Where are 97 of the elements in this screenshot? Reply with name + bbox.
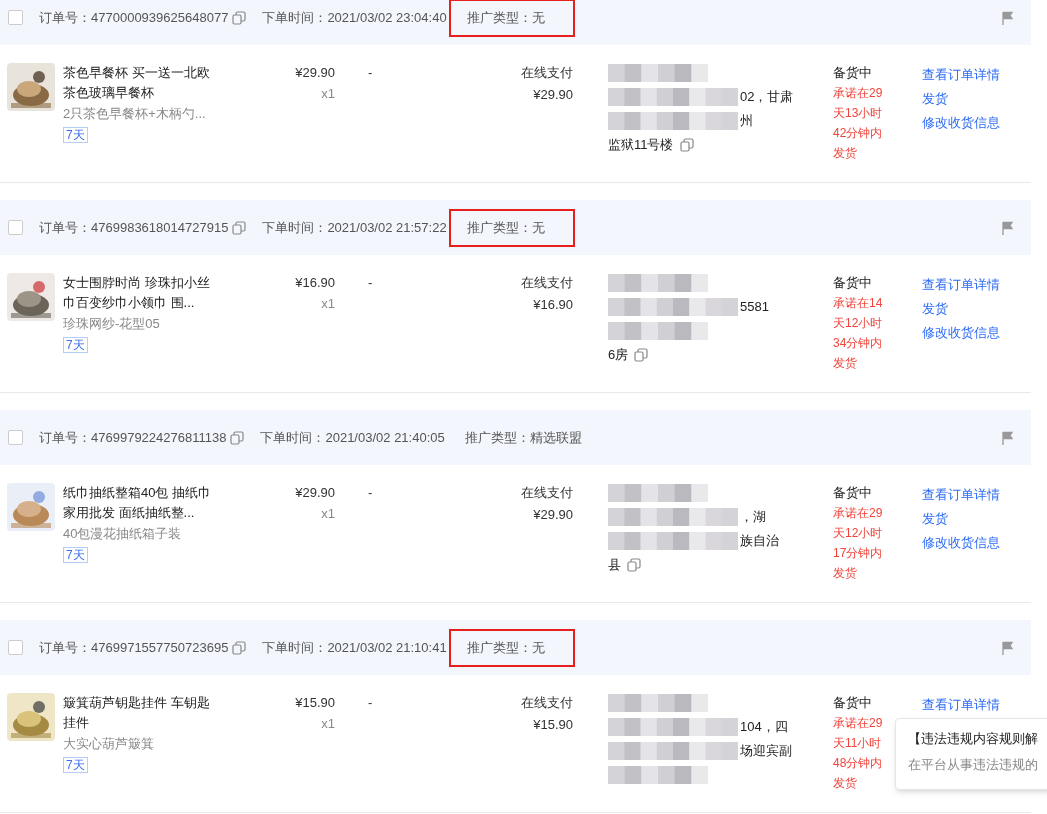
action-link[interactable]: 查看订单详情: [922, 483, 1000, 507]
promotion-type: 推广类型：精选联盟: [463, 428, 583, 447]
flag-icon[interactable]: [1001, 10, 1015, 25]
copy-icon[interactable]: [634, 348, 649, 362]
order-time: 下单时间：2021/03/02 21:10:41: [262, 638, 447, 657]
unit-price: ¥16.90: [295, 274, 335, 292]
flag-icon[interactable]: [1001, 640, 1015, 655]
action-link[interactable]: 修改收货信息: [922, 531, 1000, 555]
product-title[interactable]: 纸巾抽纸整箱40包 抽纸巾家用批发 面纸抽纸整...: [63, 483, 213, 523]
promotion-type: 推广类型：无: [448, 628, 575, 667]
order-time: 下单时间：2021/03/02 21:40:05: [260, 428, 445, 447]
payment-amount: ¥15.90: [533, 716, 573, 734]
action-link[interactable]: 查看订单详情: [922, 273, 1000, 297]
order-number: 订单号：4769979224276811138: [39, 428, 227, 447]
action-link[interactable]: 发货: [922, 87, 1000, 111]
copy-icon[interactable]: [232, 220, 247, 235]
order-status: 备货中: [833, 274, 873, 292]
shipping-deadline: 承诺在29: [833, 85, 883, 102]
copy-icon[interactable]: [230, 430, 245, 445]
shipping-deadline: 承诺在29: [833, 715, 883, 732]
address-text: 族自治: [740, 532, 779, 551]
quantity: x1: [321, 85, 335, 103]
order-status: 备货中: [833, 694, 873, 712]
address-text: 监狱11号楼: [608, 136, 674, 155]
product-variant: 2只茶色早餐杯+木柄勺...: [63, 105, 207, 123]
address-text: 6房: [608, 346, 629, 365]
product-variant: 40包漫花抽纸箱子装: [63, 525, 183, 543]
order-status: 备货中: [833, 484, 873, 502]
shipping-deadline: 承诺在14: [833, 295, 883, 312]
quantity: x1: [321, 295, 335, 313]
shipping-deadline: 天13小时: [833, 105, 883, 122]
checkbox[interactable]: [8, 220, 23, 235]
action-link[interactable]: 修改收货信息: [922, 111, 1000, 135]
shipping-deadline: 42分钟内: [833, 125, 883, 142]
address-text: 5581: [740, 298, 769, 317]
return-policy-tag: 7天: [63, 547, 88, 563]
order-status: 备货中: [833, 64, 873, 82]
flag-icon[interactable]: [1001, 220, 1015, 235]
product-title[interactable]: 女士围脖时尚 珍珠扣小丝巾百变纱巾小领巾 围...: [63, 273, 213, 313]
shipping-deadline: 17分钟内: [833, 545, 883, 562]
shipping-deadline: 天11小时: [833, 735, 882, 752]
checkbox[interactable]: [8, 430, 23, 445]
address-text: 场迎宾副: [740, 742, 792, 761]
address-text: 县: [608, 556, 621, 575]
payment-amount: ¥29.90: [533, 86, 573, 104]
action-link[interactable]: 发货: [922, 297, 1000, 321]
popup-title: 【违法违规内容规则解: [908, 730, 1039, 748]
product-title[interactable]: 簸箕葫芦钥匙挂件 车钥匙挂件: [63, 693, 213, 733]
order-number: 订单号：4769971557750723695: [39, 638, 229, 657]
unit-price: ¥29.90: [295, 484, 335, 502]
product-variant: 珍珠网纱-花型05: [63, 315, 161, 333]
popup-text: 在平台从事违法违规的: [908, 755, 1039, 774]
shipping-deadline: 发货: [833, 565, 857, 582]
promotion-type: 推广类型：无: [448, 208, 575, 247]
unit-price: ¥15.90: [295, 694, 335, 712]
action-link[interactable]: 查看订单详情: [922, 63, 1000, 87]
payment-method: 在线支付: [521, 274, 573, 292]
address-text: 02，甘肃: [740, 88, 794, 107]
shipping-deadline: 天12小时: [833, 525, 883, 542]
shipping-deadline: 48分钟内: [833, 755, 883, 772]
flag-icon[interactable]: [1001, 430, 1015, 445]
return-policy-tag: 7天: [63, 757, 88, 773]
order-number: 订单号：4769983618014727915: [39, 218, 229, 237]
address-text: 州: [740, 112, 753, 131]
payment-amount: ¥29.90: [533, 506, 573, 524]
order-number: 订单号：4770000939625648077: [39, 8, 229, 27]
action-link[interactable]: 查看订单详情: [922, 693, 1000, 717]
shipping-deadline: 34分钟内: [833, 335, 883, 352]
quantity: x1: [321, 505, 335, 523]
shipping-deadline: 天12小时: [833, 315, 883, 332]
copy-icon[interactable]: [232, 10, 247, 25]
quantity: x1: [321, 715, 335, 733]
return-policy-tag: 7天: [63, 127, 88, 143]
shipping-deadline: 承诺在29: [833, 505, 883, 522]
product-variant: 大实心葫芦簸箕: [63, 735, 155, 753]
copy-icon[interactable]: [232, 640, 247, 655]
payment-amount: ¥16.90: [533, 296, 573, 314]
payment-method: 在线支付: [521, 484, 573, 502]
shipping-deadline: 发货: [833, 355, 857, 372]
product-title[interactable]: 茶色早餐杯 买一送一北欧茶色玻璃早餐杯: [63, 63, 213, 103]
action-link[interactable]: 发货: [922, 507, 1000, 531]
address-text: 104，四: [740, 718, 788, 737]
shipping-deadline: 发货: [833, 775, 857, 792]
copy-icon[interactable]: [679, 138, 694, 152]
promotion-type: 推广类型：无: [448, 0, 575, 37]
shipping-deadline: 发货: [833, 145, 857, 162]
action-link[interactable]: 修改收货信息: [922, 321, 1000, 345]
order-time: 下单时间：2021/03/02 23:04:40: [262, 8, 447, 27]
unit-price: ¥29.90: [295, 64, 335, 82]
payment-method: 在线支付: [521, 64, 573, 82]
return-policy-tag: 7天: [63, 337, 88, 353]
checkbox[interactable]: [8, 10, 23, 25]
copy-icon[interactable]: [627, 558, 641, 572]
checkbox[interactable]: [8, 640, 23, 655]
address-text: ，湖: [740, 508, 766, 527]
payment-method: 在线支付: [521, 694, 573, 712]
order-time: 下单时间：2021/03/02 21:57:22: [262, 218, 447, 237]
